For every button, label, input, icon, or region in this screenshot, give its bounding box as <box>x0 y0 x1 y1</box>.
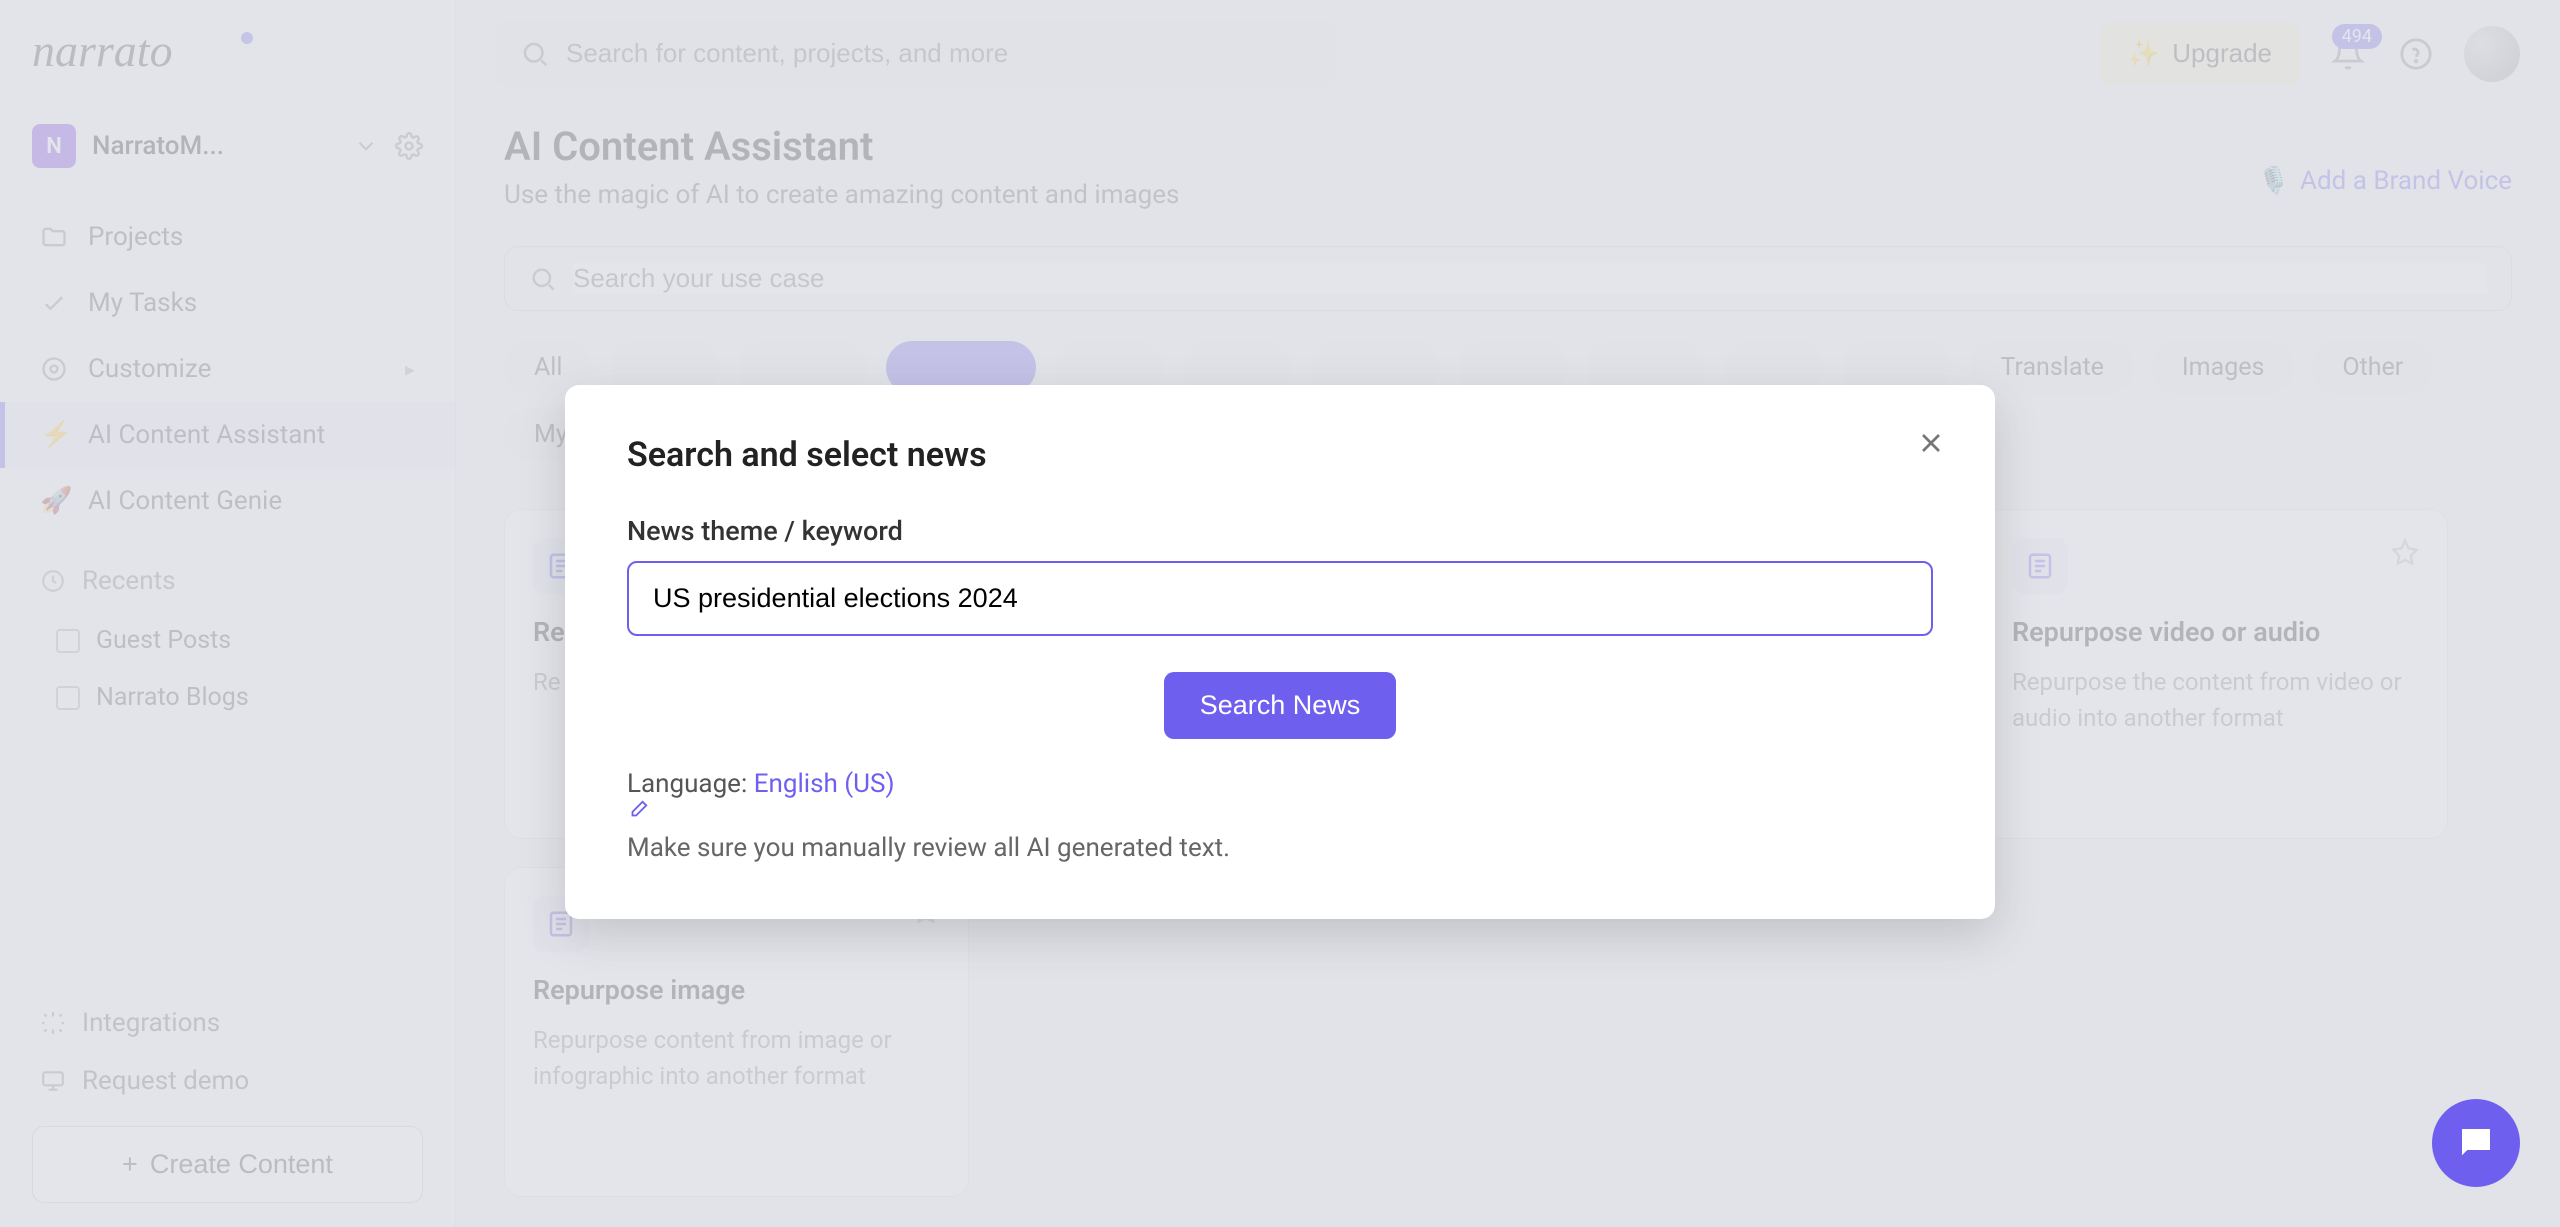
modal-title: Search and select news <box>627 435 1933 475</box>
language-link[interactable]: English (US) <box>754 769 895 799</box>
search-news-button[interactable]: Search News <box>1164 672 1397 739</box>
edit-icon[interactable] <box>627 799 1933 821</box>
news-keyword-input[interactable] <box>627 561 1933 636</box>
search-news-modal: Search and select news News theme / keyw… <box>565 385 1995 919</box>
chat-widget-button[interactable] <box>2432 1099 2520 1187</box>
lang-prefix: Language: <box>627 769 754 799</box>
review-note: Make sure you manually review all AI gen… <box>627 833 1933 863</box>
field-label: News theme / keyword <box>627 515 1933 547</box>
language-row: Language: English (US) <box>627 769 1933 821</box>
close-icon[interactable] <box>1915 427 1947 459</box>
